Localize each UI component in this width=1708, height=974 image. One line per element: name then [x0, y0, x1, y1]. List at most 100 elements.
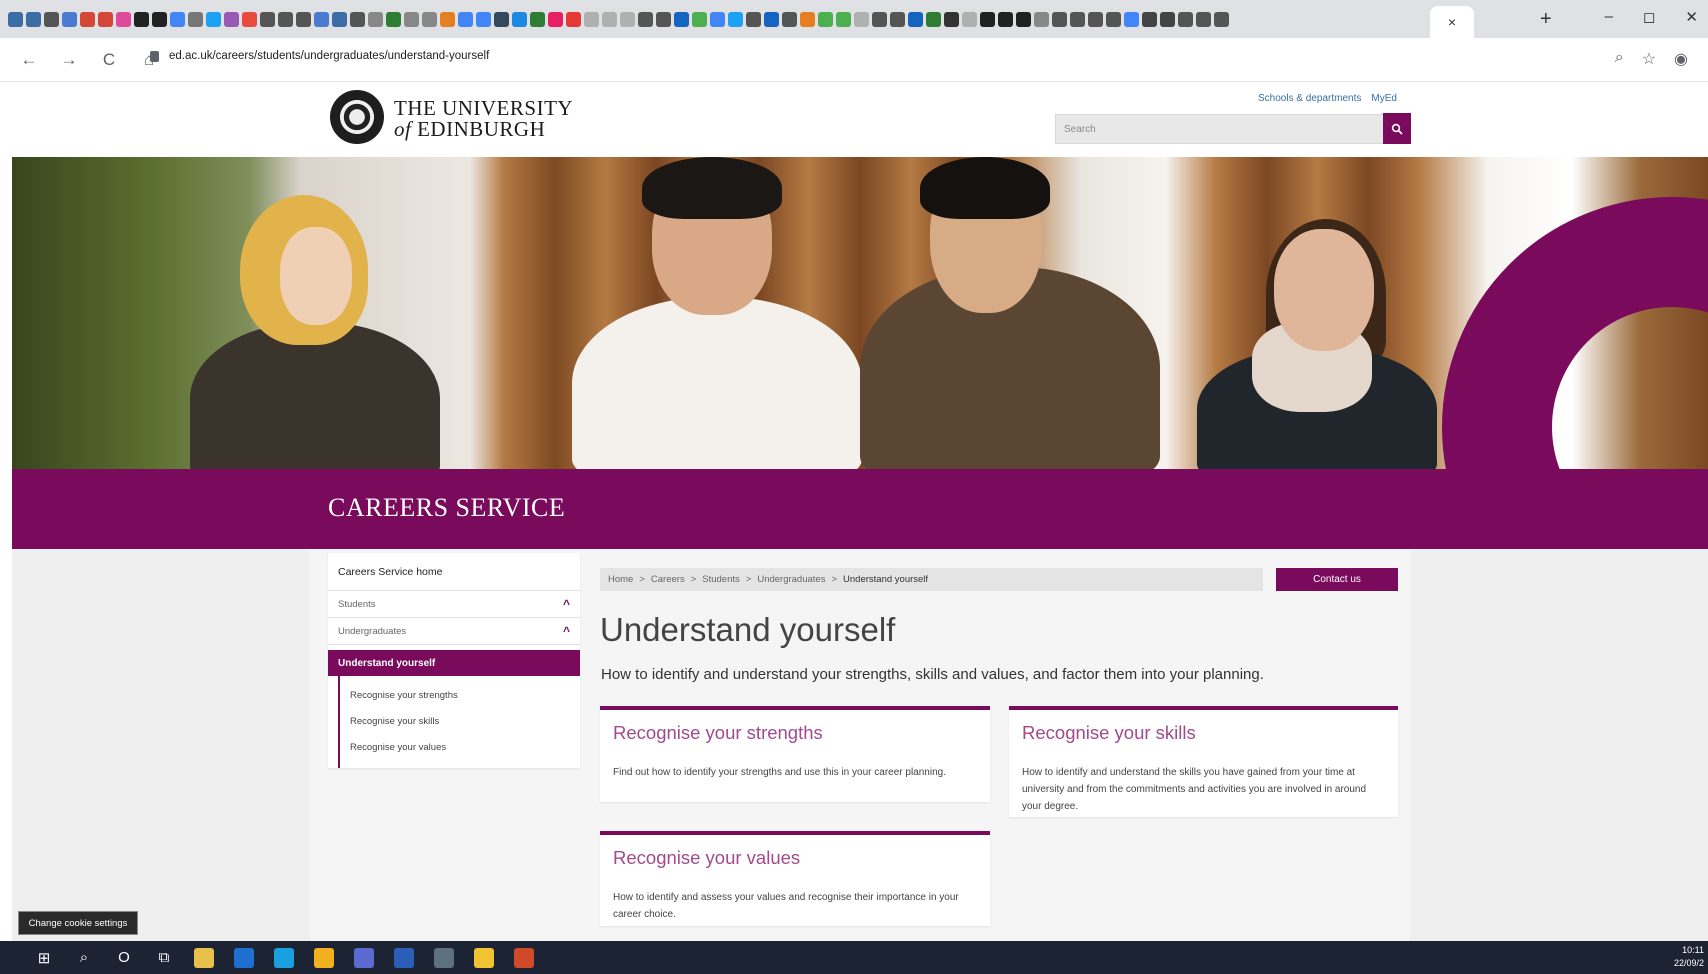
- profile-icon[interactable]: ◉: [1674, 49, 1688, 69]
- taskbar-app-icon[interactable]: [464, 941, 504, 974]
- tab-favicon-icon[interactable]: [134, 11, 149, 27]
- tab-favicon-icon[interactable]: [1106, 11, 1121, 27]
- sidenav-sub-strengths[interactable]: Recognise your strengths: [340, 682, 580, 708]
- taskbar-app-icon[interactable]: [224, 941, 264, 974]
- tab-favicon-icon[interactable]: [836, 11, 851, 27]
- back-button[interactable]: ←: [20, 50, 38, 70]
- restore-button[interactable]: ◻: [1643, 8, 1655, 26]
- tab-favicon-icon[interactable]: [1178, 11, 1193, 27]
- card-values[interactable]: Recognise your values How to identify an…: [600, 831, 990, 926]
- taskbar-app-icon[interactable]: [344, 941, 384, 974]
- taskbar-app-icon[interactable]: [304, 941, 344, 974]
- tab-favicon-icon[interactable]: [854, 11, 869, 27]
- tab-favicon-icon[interactable]: [710, 11, 725, 27]
- new-tab-button[interactable]: +: [1540, 8, 1552, 31]
- tab-favicon-icon[interactable]: [440, 11, 455, 27]
- breadcrumb-students[interactable]: Students: [702, 574, 740, 585]
- tab-favicon-icon[interactable]: [674, 11, 689, 27]
- tab-favicon-icon[interactable]: [890, 11, 905, 27]
- tab-favicon-icon[interactable]: [44, 11, 59, 27]
- breadcrumb-undergraduates[interactable]: Undergraduates: [757, 574, 825, 585]
- card-title[interactable]: Recognise your strengths: [613, 722, 823, 744]
- tab-favicon-icon[interactable]: [98, 11, 113, 27]
- sidenav-item-understand-yourself[interactable]: Understand yourself: [328, 650, 580, 676]
- sidenav-item-undergraduates[interactable]: Undergraduates ^: [328, 618, 580, 645]
- tab-favicon-icon[interactable]: [314, 11, 329, 27]
- tab-favicon-icon[interactable]: [872, 11, 887, 27]
- tab-favicon-icon[interactable]: [8, 11, 23, 27]
- system-clock[interactable]: 10:11 22/09/2: [1674, 944, 1704, 970]
- university-logo[interactable]: THE UNIVERSITY of EDINBURGH: [394, 98, 573, 140]
- close-window-button[interactable]: ✕: [1685, 8, 1698, 26]
- tab-favicon-icon[interactable]: [692, 11, 707, 27]
- card-title[interactable]: Recognise your skills: [1022, 722, 1196, 744]
- taskbar-app-icon[interactable]: [424, 941, 464, 974]
- taskbar-app-icon[interactable]: [504, 941, 544, 974]
- tab-favicon-icon[interactable]: [512, 11, 527, 27]
- tab-favicon-icon[interactable]: [260, 11, 275, 27]
- tab-favicon-icon[interactable]: [188, 11, 203, 27]
- tab-favicon-icon[interactable]: [602, 11, 617, 27]
- sidenav-sub-values[interactable]: Recognise your values: [340, 734, 580, 760]
- tab-favicon-icon[interactable]: [1070, 11, 1085, 27]
- chevron-up-icon[interactable]: ^: [563, 624, 570, 638]
- tab-favicon-icon[interactable]: [1214, 11, 1229, 27]
- tab-favicon-icon[interactable]: [206, 11, 221, 27]
- tab-favicon-icon[interactable]: [782, 11, 797, 27]
- section-title[interactable]: CAREERS SERVICE: [328, 493, 565, 523]
- minimize-button[interactable]: –: [1605, 8, 1613, 26]
- tab-favicon-icon[interactable]: [818, 11, 833, 27]
- tab-favicon-icon[interactable]: [332, 11, 347, 27]
- tab-favicon-icon[interactable]: [476, 11, 491, 27]
- tab-favicon-icon[interactable]: [170, 11, 185, 27]
- tab-favicon-icon[interactable]: [800, 11, 815, 27]
- task-view-icon[interactable]: ⧉: [144, 941, 184, 974]
- taskbar-search-icon[interactable]: ⌕: [64, 941, 104, 974]
- taskbar-app-icon[interactable]: [184, 941, 224, 974]
- tab-favicon-icon[interactable]: [296, 11, 311, 27]
- tab-favicon-icon[interactable]: [458, 11, 473, 27]
- tab-favicon-icon[interactable]: [422, 11, 437, 27]
- tab-favicon-icon[interactable]: [368, 11, 383, 27]
- myed-link[interactable]: MyEd: [1371, 93, 1397, 104]
- tab-favicon-icon[interactable]: [350, 11, 365, 27]
- taskbar-app-icon[interactable]: [264, 941, 304, 974]
- schools-departments-link[interactable]: Schools & departments: [1258, 93, 1361, 104]
- card-skills[interactable]: Recognise your skills How to identify an…: [1009, 706, 1398, 817]
- tab-favicon-icon[interactable]: [494, 11, 509, 27]
- tab-favicon-icon[interactable]: [584, 11, 599, 27]
- tab-favicon-icon[interactable]: [908, 11, 923, 27]
- tab-favicon-icon[interactable]: [386, 11, 401, 27]
- star-icon[interactable]: ☆: [1642, 49, 1656, 69]
- zoom-icon[interactable]: ⌕: [1615, 49, 1624, 69]
- tab-favicon-icon[interactable]: [1088, 11, 1103, 27]
- university-crest-icon[interactable]: [330, 90, 384, 144]
- tab-favicon-icon[interactable]: [1196, 11, 1211, 27]
- tab-favicon-icon[interactable]: [116, 11, 131, 27]
- tab-close-icon[interactable]: ×: [1448, 14, 1456, 30]
- breadcrumb-home[interactable]: Home: [608, 574, 633, 585]
- tab-favicon-icon[interactable]: [1142, 11, 1157, 27]
- tab-favicon-icon[interactable]: [548, 11, 563, 27]
- cookie-settings-button[interactable]: Change cookie settings: [18, 911, 138, 935]
- search-button[interactable]: [1383, 113, 1411, 144]
- address-bar[interactable]: ed.ac.uk/careers/students/undergraduates…: [150, 50, 489, 62]
- card-title[interactable]: Recognise your values: [613, 847, 800, 869]
- breadcrumb-careers[interactable]: Careers: [651, 574, 685, 585]
- tab-favicon-icon[interactable]: [278, 11, 293, 27]
- tab-favicon-icon[interactable]: [62, 11, 77, 27]
- tab-favicon-icon[interactable]: [728, 11, 743, 27]
- card-strengths[interactable]: Recognise your strengths Find out how to…: [600, 706, 990, 802]
- tab-favicon-icon[interactable]: [656, 11, 671, 27]
- tab-favicon-icon[interactable]: [980, 11, 995, 27]
- chevron-up-icon[interactable]: ^: [563, 597, 570, 611]
- search-input[interactable]: Search: [1055, 114, 1385, 144]
- sidenav-sub-skills[interactable]: Recognise your skills: [340, 708, 580, 734]
- tab-favicon-icon[interactable]: [1016, 11, 1031, 27]
- active-tab[interactable]: ×: [1430, 6, 1474, 38]
- taskbar-app-icon[interactable]: [384, 941, 424, 974]
- tab-favicon-icon[interactable]: [530, 11, 545, 27]
- tab-favicon-icon[interactable]: [1160, 11, 1175, 27]
- tab-favicon-icon[interactable]: [962, 11, 977, 27]
- windows-start-icon[interactable]: ⊞: [24, 941, 64, 974]
